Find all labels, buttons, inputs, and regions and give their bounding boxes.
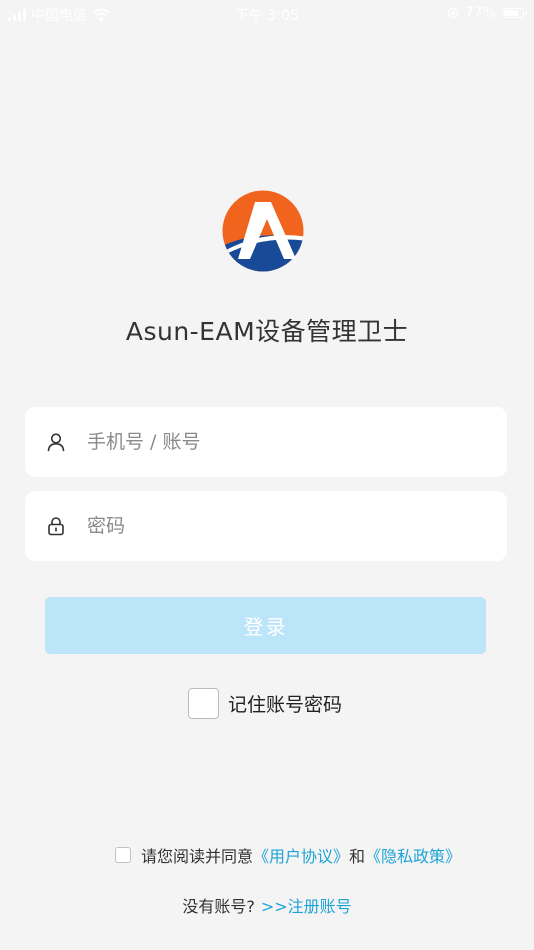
status-right: 77% <box>447 5 527 21</box>
user-agreement-link[interactable]: 《用户协议》 <box>253 843 349 867</box>
agreement-row: 请您阅读并同意 《用户协议》 和 《隐私政策》 <box>115 843 461 867</box>
app-title: Asun-EAM设备管理卫士 <box>125 317 409 346</box>
battery-fill <box>504 10 518 16</box>
status-bar: 中国电信 下午 3:05 77% <box>0 0 534 28</box>
lock-icon <box>48 517 64 536</box>
battery-percent: 77% <box>464 5 496 21</box>
user-icon <box>47 433 65 452</box>
password-field-card <box>25 491 507 561</box>
battery-icon <box>502 8 527 18</box>
register-link[interactable]: >>注册账号 <box>261 897 352 916</box>
privacy-policy-link[interactable]: 《隐私政策》 <box>365 843 461 867</box>
login-button[interactable]: 登录 <box>45 597 486 654</box>
agreement-checkbox[interactable] <box>115 847 131 863</box>
remember-row: 记住账号密码 <box>188 688 342 719</box>
register-row: 没有账号? >>注册账号 <box>0 893 534 917</box>
remember-label[interactable]: 记住账号密码 <box>228 690 342 717</box>
app-logo: A <box>222 190 304 272</box>
account-field-card <box>25 407 507 477</box>
agreement-and: 和 <box>349 847 366 866</box>
orientation-lock-icon <box>447 7 459 19</box>
agreement-prefix: 请您阅读并同意 <box>141 847 254 866</box>
remember-checkbox[interactable] <box>188 688 219 719</box>
register-prompt: 没有账号? <box>182 897 255 916</box>
account-input[interactable] <box>87 422 487 462</box>
password-input[interactable] <box>87 506 487 546</box>
